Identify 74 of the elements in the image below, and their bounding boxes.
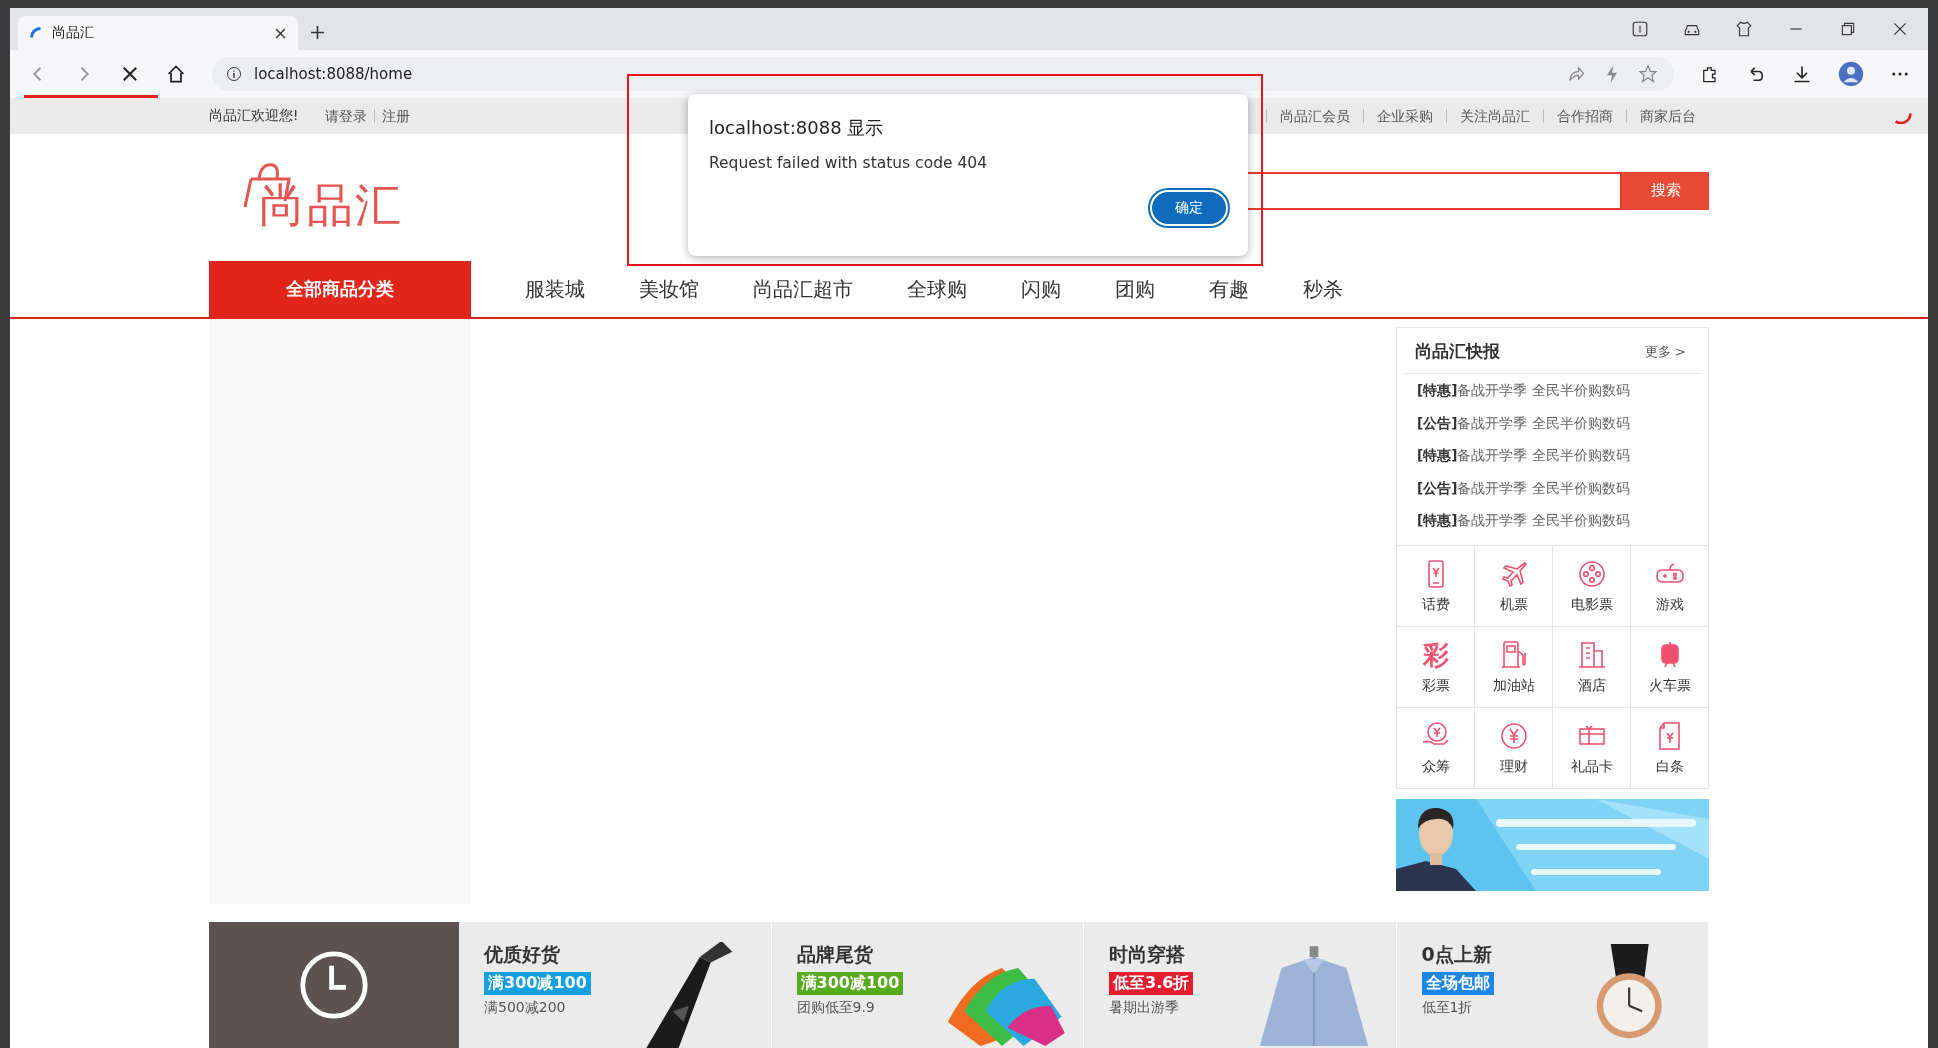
address-bar[interactable]: localhost:8088/home (212, 57, 1674, 91)
promo-title: 0点上新 (1421, 942, 1492, 967)
stop-icon[interactable] (120, 64, 140, 84)
news-item[interactable]: [特惠]备战开学季 全民半价购数码 (1397, 439, 1708, 472)
promo-title: 优质好货 (484, 942, 560, 967)
service-item[interactable]: 电影票 (1553, 545, 1631, 627)
top-link[interactable]: 尚品汇会员 (1266, 109, 1363, 123)
service-item[interactable]: 酒店 (1553, 626, 1631, 708)
download-icon[interactable] (1792, 64, 1812, 84)
news-item[interactable]: [公告]备战开学季 全民半价购数码 (1397, 406, 1708, 439)
news-item[interactable]: [特惠]备战开学季 全民半价购数码 (1397, 374, 1708, 407)
promo-card[interactable]: 品牌尾货 满300减100 团购低至9.9 (771, 922, 1084, 1048)
nav-link[interactable]: 有趣 (1209, 275, 1249, 303)
tab-actions-icon[interactable] (1631, 20, 1649, 38)
service-item[interactable]: 理财 (1475, 707, 1553, 789)
avatar-icon[interactable] (1838, 61, 1864, 87)
nav-link[interactable]: 团购 (1115, 275, 1155, 303)
promo-tag: 满300减100 (484, 972, 591, 995)
promo-tag: 满300减100 (796, 972, 904, 995)
close-icon[interactable] (275, 27, 286, 39)
dialog-title: localhost:8088 显示 (709, 116, 885, 140)
promo-title: 品牌尾货 (796, 942, 873, 967)
logo[interactable]: 尚品汇 (239, 158, 403, 237)
service-item[interactable]: 机票 (1475, 545, 1553, 627)
promo-note: 低至1折 (1421, 999, 1473, 1017)
welcome-text: 尚品汇欢迎您! (209, 107, 299, 125)
nav-link[interactable]: 美妆馆 (639, 275, 699, 303)
promo-tag: 低至3.6折 (1109, 972, 1194, 995)
info-icon (226, 66, 242, 82)
nav-link[interactable]: 尚品汇超市 (753, 275, 853, 303)
top-link[interactable]: 企业采购 (1363, 109, 1446, 123)
search-button[interactable]: 搜索 (1622, 171, 1709, 210)
shirt-icon[interactable] (1735, 20, 1753, 38)
top-link[interactable]: 商家后台 (1626, 109, 1709, 123)
service-item[interactable]: 话费 (1397, 545, 1475, 627)
more-link[interactable]: 更多 > (1644, 342, 1686, 361)
top-link[interactable]: 合作招商 (1543, 109, 1626, 123)
home-icon[interactable] (166, 64, 186, 84)
service-item[interactable]: 礼品卡 (1553, 707, 1631, 789)
lottery-icon: 彩 (1422, 638, 1449, 671)
restore-icon[interactable] (1839, 20, 1857, 38)
promo-card[interactable]: 时尚穿搭 低至3.6折 暑期出游季 (1084, 922, 1397, 1048)
service-item[interactable]: 众筹 (1397, 707, 1475, 789)
service-item[interactable]: 游戏 (1631, 545, 1709, 627)
all-categories-button[interactable]: 全部商品分类 (209, 261, 471, 317)
service-item[interactable]: 白条 (1631, 707, 1709, 789)
nav-link[interactable]: 秒杀 (1303, 275, 1343, 303)
nav-link[interactable]: 全球购 (907, 275, 967, 303)
service-item[interactable]: 彩 彩票 (1397, 626, 1475, 708)
login-link[interactable]: 请登录 (318, 109, 375, 123)
dialog-message: Request failed with status code 404 (709, 154, 989, 172)
promo-note: 团购低至9.9 (796, 999, 875, 1017)
new-tab-icon[interactable] (310, 25, 325, 40)
promo-card[interactable]: 0点上新 全场包邮 低至1折 (1396, 922, 1709, 1048)
promo-card[interactable]: 优质好货 满300减100 满500减200 (459, 922, 772, 1048)
news-title: 尚品汇快报 (1415, 340, 1500, 363)
loading-icon (1894, 112, 1912, 124)
promo-note: 暑期出游季 (1109, 999, 1179, 1017)
nav-link[interactable]: 闪购 (1021, 275, 1061, 303)
promo-tag: 全场包邮 (1421, 972, 1494, 995)
star-icon[interactable] (1638, 64, 1658, 84)
service-item[interactable]: 火车票 (1631, 626, 1709, 708)
clock-icon (298, 949, 370, 1021)
service-item[interactable]: 加油站 (1475, 626, 1553, 708)
close-icon[interactable] (1891, 20, 1909, 38)
promo-title: 时尚穿搭 (1109, 942, 1185, 967)
news-item[interactable]: [特惠]备战开学季 全民半价购数码 (1397, 504, 1708, 537)
nav-link[interactable]: 服装城 (525, 275, 585, 303)
news-item[interactable]: [公告]备战开学季 全民半价购数码 (1397, 471, 1708, 504)
promo-note: 满500减200 (484, 999, 566, 1017)
ok-button[interactable]: 确定 (1150, 190, 1228, 226)
register-link[interactable]: 注册 (374, 109, 418, 123)
top-link[interactable]: 关注尚品汇 (1446, 109, 1543, 123)
browser-tab[interactable]: 尚品汇 (18, 16, 298, 50)
